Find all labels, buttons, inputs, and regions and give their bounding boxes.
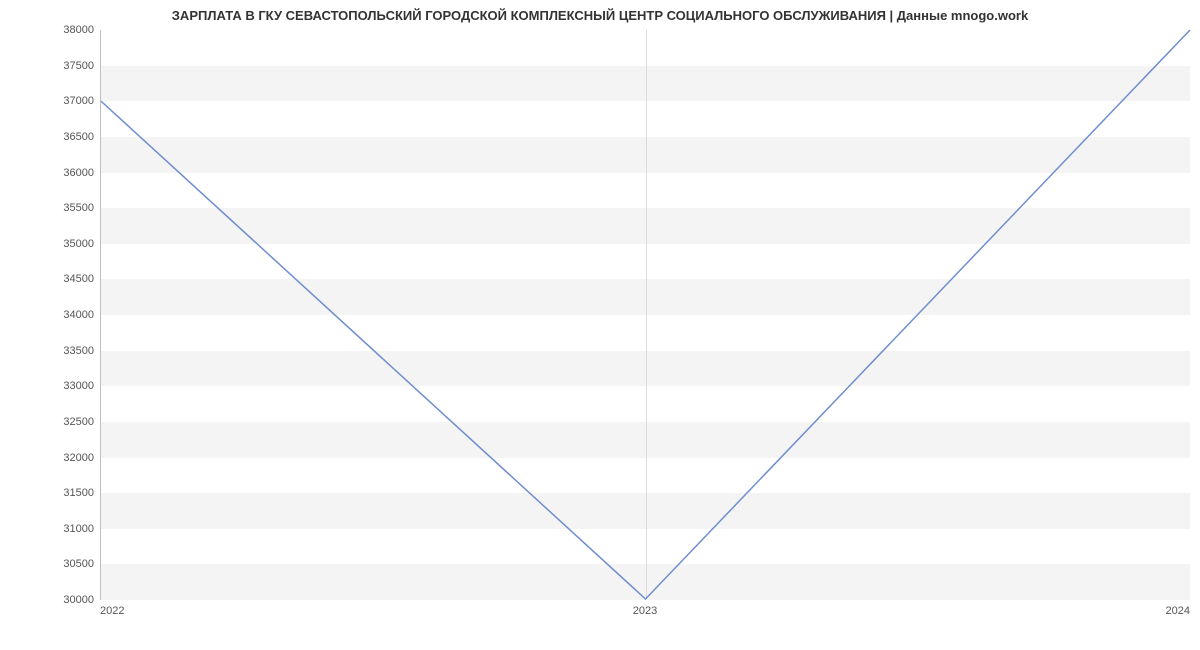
y-tick-label: 37500	[44, 60, 94, 72]
y-tick-label: 33500	[44, 345, 94, 357]
y-tick-label: 37000	[44, 95, 94, 107]
y-tick-label: 35000	[44, 238, 94, 250]
y-tick-label: 32000	[44, 452, 94, 464]
y-tick-label: 32500	[44, 416, 94, 428]
plot-area	[100, 30, 1190, 600]
y-tick-label: 34500	[44, 273, 94, 285]
x-tick-label: 2022	[100, 605, 124, 617]
chart-title: ЗАРПЛАТА В ГКУ СЕВАСТОПОЛЬСКИЙ ГОРОДСКОЙ…	[0, 8, 1200, 23]
x-tick-label: 2023	[633, 605, 657, 617]
x-tick-label: 2024	[1166, 605, 1190, 617]
y-tick-label: 33000	[44, 380, 94, 392]
y-tick-label: 34000	[44, 309, 94, 321]
y-tick-label: 36000	[44, 167, 94, 179]
y-tick-label: 30500	[44, 558, 94, 570]
y-tick-label: 36500	[44, 131, 94, 143]
y-tick-label: 31000	[44, 523, 94, 535]
y-tick-label: 30000	[44, 594, 94, 606]
y-tick-label: 35500	[44, 202, 94, 214]
y-tick-label: 38000	[44, 24, 94, 36]
line-series	[101, 30, 1190, 599]
y-tick-label: 31500	[44, 487, 94, 499]
